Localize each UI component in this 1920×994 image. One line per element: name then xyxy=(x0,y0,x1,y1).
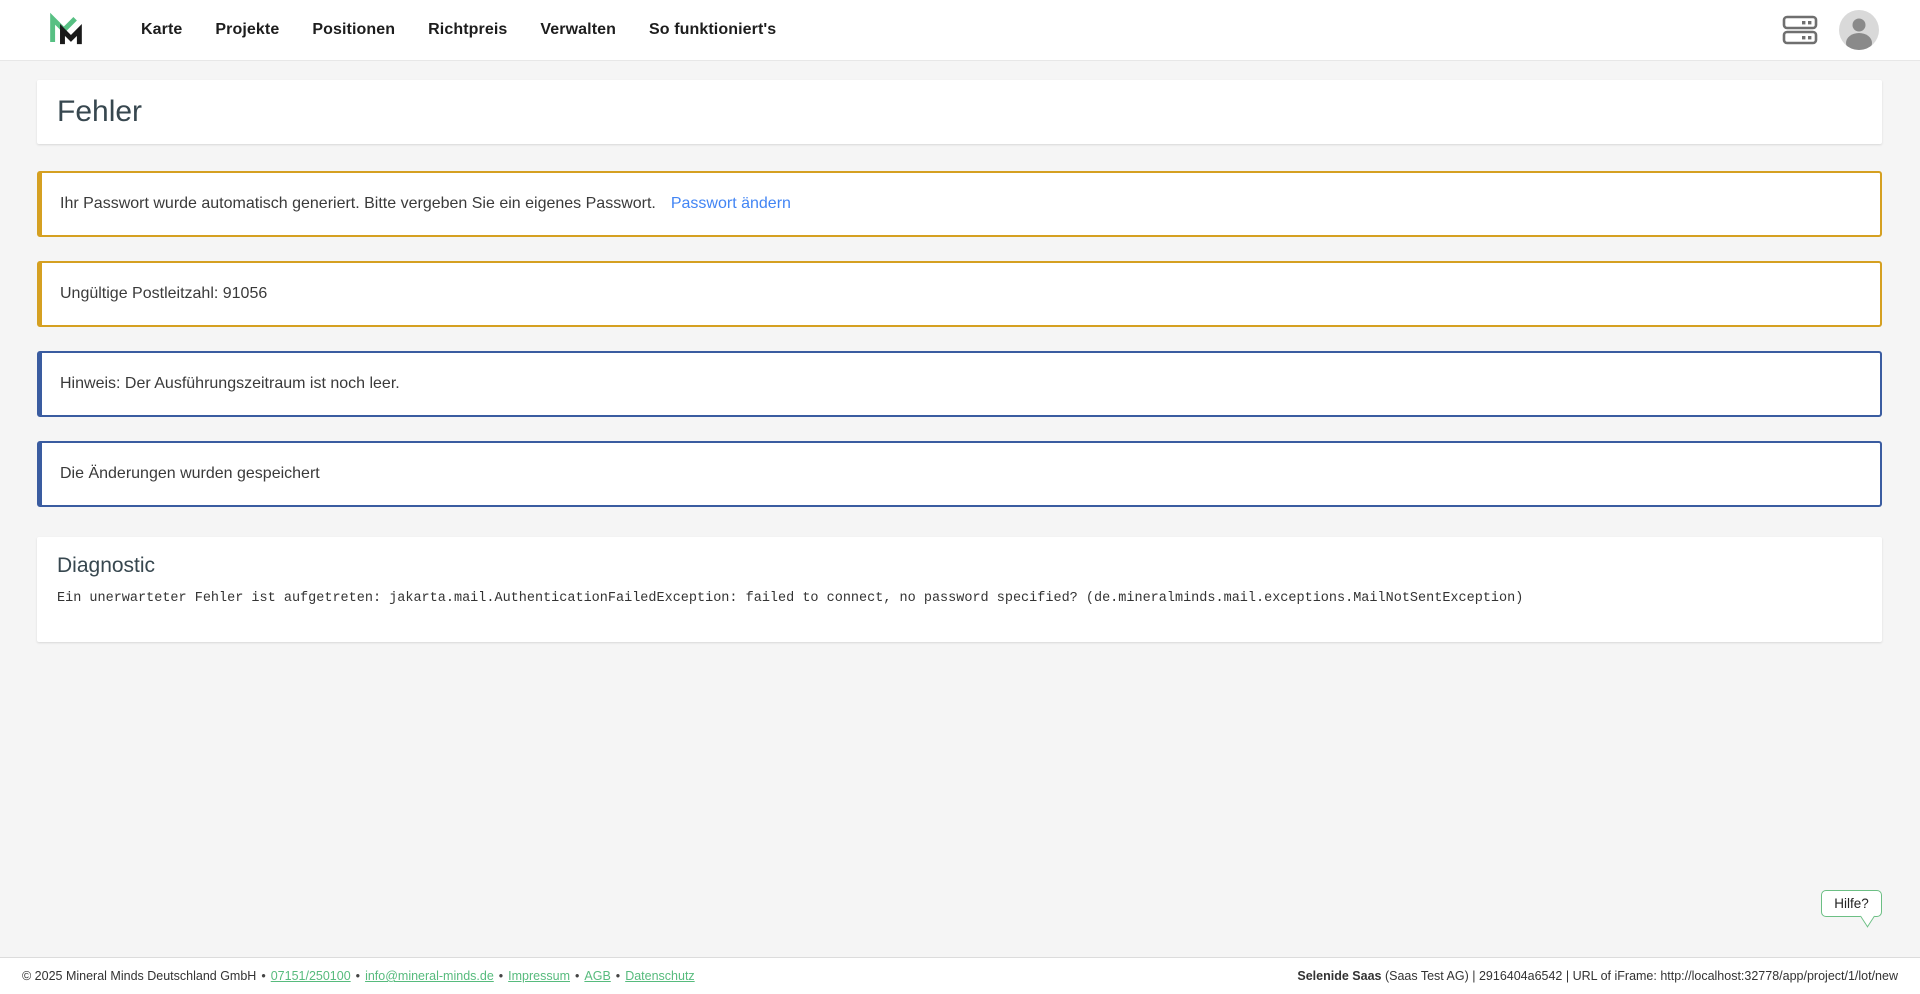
alert-text: Ihr Passwort wurde automatisch generiert… xyxy=(60,195,656,213)
nav-item-so-funktionierts[interactable]: So funktioniert's xyxy=(649,21,776,39)
alert-text: Hinweis: Der Ausführungszeitraum ist noc… xyxy=(60,375,400,393)
change-password-link[interactable]: Passwort ändern xyxy=(671,195,791,213)
alert-execution-period-info: Hinweis: Der Ausführungszeitraum ist noc… xyxy=(37,351,1882,417)
main-content: Fehler Ihr Passwort wurde automatisch ge… xyxy=(0,61,1920,642)
footer-separator: • xyxy=(499,969,503,983)
nav-item-verwalten[interactable]: Verwalten xyxy=(540,21,616,39)
phone-link[interactable]: 07151/250100 xyxy=(271,969,351,983)
alert-text: Ungültige Postleitzahl: 91056 xyxy=(60,285,267,303)
help-button-label: Hilfe? xyxy=(1834,896,1869,911)
footer-separator: • xyxy=(261,969,265,983)
footer-separator: • xyxy=(356,969,360,983)
footer-session-info: Selenide Saas (Saas Test AG) | 2916404a6… xyxy=(1297,969,1898,983)
diagnostic-message: Ein unerwarteter Fehler ist aufgetreten:… xyxy=(57,591,1862,606)
agb-link[interactable]: AGB xyxy=(584,969,610,983)
mineral-minds-logo-icon[interactable] xyxy=(47,9,85,51)
impressum-link[interactable]: Impressum xyxy=(508,969,570,983)
footer-username: Selenide Saas xyxy=(1297,969,1381,983)
alert-password-warning: Ihr Passwort wurde automatisch generiert… xyxy=(37,171,1882,237)
datenschutz-link[interactable]: Datenschutz xyxy=(625,969,694,983)
page-title: Fehler xyxy=(57,95,142,129)
top-nav: Karte Projekte Positionen Richtpreis Ver… xyxy=(0,0,1920,61)
diagnostic-card: Diagnostic Ein unerwarteter Fehler ist a… xyxy=(37,537,1882,642)
user-avatar-icon[interactable] xyxy=(1838,9,1880,51)
server-dns-icon[interactable] xyxy=(1782,14,1818,46)
nav-right-icons xyxy=(1782,9,1880,51)
alert-changes-saved-info: Die Änderungen wurden gespeichert xyxy=(37,441,1882,507)
alert-text: Die Änderungen wurden gespeichert xyxy=(60,465,320,483)
diagnostic-title: Diagnostic xyxy=(57,554,1862,578)
nav-item-richtpreis[interactable]: Richtpreis xyxy=(428,21,507,39)
nav-item-projekte[interactable]: Projekte xyxy=(215,21,279,39)
footer-session-detail: (Saas Test AG) | 2916404a6542 | URL of i… xyxy=(1381,969,1898,983)
footer-left: © 2025 Mineral Minds Deutschland GmbH • … xyxy=(22,969,695,983)
nav-item-karte[interactable]: Karte xyxy=(141,21,182,39)
alerts-list: Ihr Passwort wurde automatisch generiert… xyxy=(37,171,1882,507)
footer: © 2025 Mineral Minds Deutschland GmbH • … xyxy=(0,957,1920,994)
footer-separator: • xyxy=(616,969,620,983)
email-link[interactable]: info@mineral-minds.de xyxy=(365,969,494,983)
copyright-text: © 2025 Mineral Minds Deutschland GmbH xyxy=(22,969,256,983)
alert-invalid-postcode-warning: Ungültige Postleitzahl: 91056 xyxy=(37,261,1882,327)
nav-menu: Karte Projekte Positionen Richtpreis Ver… xyxy=(141,21,776,39)
help-button[interactable]: Hilfe? xyxy=(1821,890,1882,917)
page-title-card: Fehler xyxy=(37,80,1882,144)
nav-item-positionen[interactable]: Positionen xyxy=(312,21,395,39)
footer-separator: • xyxy=(575,969,579,983)
